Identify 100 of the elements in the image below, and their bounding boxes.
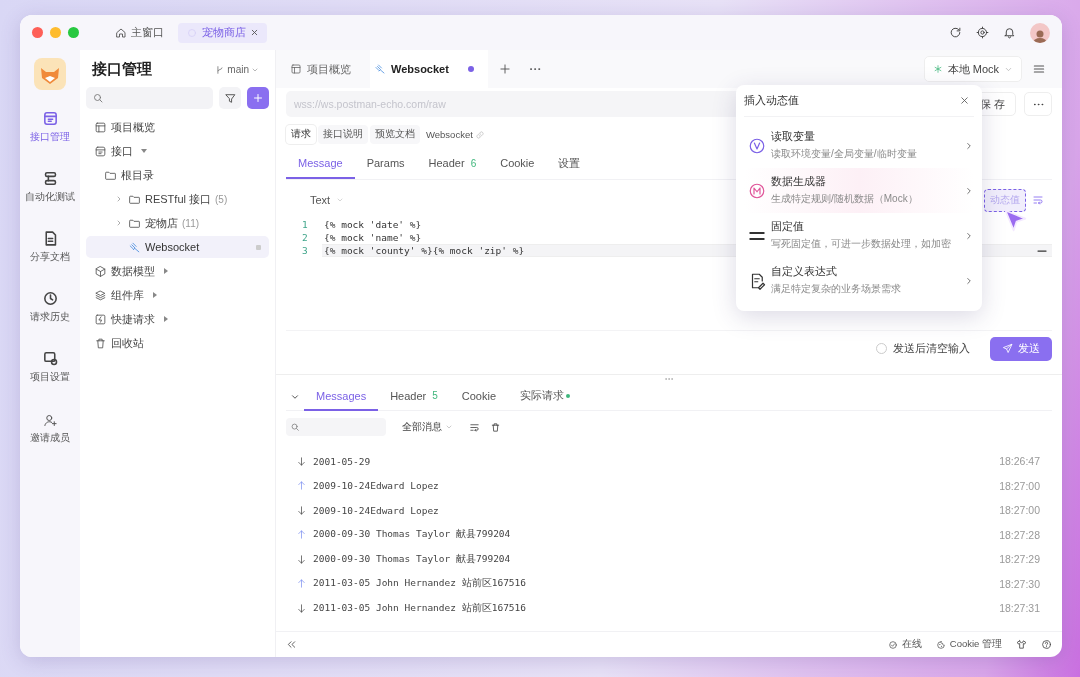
view-tab[interactable]: 预览文档 [370, 125, 420, 144]
settings-icon [976, 26, 989, 39]
request-tab[interactable]: Cookie [488, 149, 547, 179]
format-dropdown[interactable]: Text [304, 193, 351, 207]
close-button[interactable] [959, 95, 970, 106]
request-tab[interactable]: Message [286, 149, 355, 179]
message-text: 2001-05-29 [313, 455, 371, 467]
branch-selector[interactable]: main [209, 63, 265, 76]
editor-tab[interactable]: 项目概览 [286, 50, 366, 88]
tree-item[interactable]: 数据模型 [86, 260, 269, 282]
layout-icon [290, 63, 302, 75]
request-tab[interactable]: 设置 [546, 149, 593, 179]
arrow-up-icon [296, 578, 307, 590]
item-handle-icon [256, 244, 261, 250]
send-button[interactable]: 发送 [990, 336, 1052, 361]
view-tab[interactable]: 接口说明 [318, 125, 368, 144]
sidebar-title: 接口管理 [92, 60, 152, 79]
item-count: (5) [215, 193, 228, 205]
minimize-window-button[interactable] [50, 27, 61, 38]
close-window-button[interactable] [32, 27, 43, 38]
dynamic-value-option[interactable]: 自定义表达式 满足特定复杂的业务场景需求 [744, 258, 974, 303]
help-icon [1041, 639, 1052, 650]
window-tab[interactable]: 宠物商店 [178, 22, 267, 43]
add-button[interactable] [247, 87, 269, 109]
mock-icon [748, 181, 766, 200]
help-button[interactable] [1041, 639, 1052, 650]
chevron-icon [115, 219, 123, 227]
tree-item[interactable]: 宠物店 (11) [86, 212, 269, 234]
request-tab[interactable]: Header 6 [416, 149, 489, 179]
response-tab[interactable]: Header 5 [378, 382, 450, 411]
bell-icon [1003, 26, 1016, 39]
code-line: {% mock 'date' %} [324, 219, 422, 230]
theme-button[interactable] [1016, 639, 1027, 650]
nav-item[interactable]: 自动化测试 [20, 164, 80, 210]
line-number: 2 [301, 232, 309, 243]
nav-item[interactable]: 项目设置 [20, 344, 80, 390]
message-text: 2011-03-05 John Hernandez 站前区167516 [313, 577, 527, 591]
arrow-up-icon [296, 529, 307, 541]
shirt-icon [1016, 639, 1027, 650]
endpoint-name: Websocket [426, 129, 473, 140]
tree-item[interactable]: RESTful 接口 (5) [86, 188, 269, 210]
clear-button[interactable] [490, 421, 501, 433]
add-user-icon [42, 413, 58, 428]
collapse-sidebar-button[interactable] [286, 639, 297, 650]
message-filter-dropdown[interactable]: 全部消息 [396, 419, 459, 435]
dynamic-value-option[interactable]: 固定值 写死固定值，可进一步数据处理，如加密 [744, 213, 974, 258]
avatar[interactable] [1030, 22, 1050, 43]
clear-after-send-checkbox[interactable]: 发送后清空输入 [870, 340, 976, 357]
window-tab[interactable]: 主窗口 [107, 22, 172, 43]
nav-item[interactable]: 接口管理 [20, 104, 80, 150]
request-tab[interactable]: Params [354, 149, 417, 179]
status-item[interactable]: Cookie 管理 [935, 638, 1002, 651]
response-tab[interactable]: Cookie [449, 382, 509, 411]
arrow-down-icon [296, 553, 307, 565]
message-search-field[interactable] [286, 418, 386, 436]
tree-item[interactable]: 快捷请求 [86, 308, 269, 330]
close-icon [250, 28, 259, 37]
response-tab[interactable]: Messages [304, 382, 379, 411]
nav-item[interactable]: 分享文档 [20, 224, 80, 270]
tree-item[interactable]: 组件库 [86, 284, 269, 306]
view-tab[interactable]: 请求 [286, 125, 316, 144]
filter-button[interactable] [219, 87, 241, 109]
invite-member-button[interactable]: 邀请成员 [20, 407, 80, 451]
tree-item[interactable]: 回收站 [86, 332, 269, 354]
message-text: 2009-10-24Edward Lopez [313, 480, 439, 492]
response-tab[interactable]: 实际请求 [508, 382, 583, 411]
chevron-icon [964, 230, 974, 241]
message-time: 18:27:30 [999, 577, 1040, 590]
search-field[interactable] [86, 87, 213, 109]
message-text: 2009-10-24Edward Lopez [313, 504, 439, 516]
project-settings-icon [41, 350, 59, 367]
api-icon [94, 144, 107, 158]
refresh-icon [949, 26, 962, 39]
tree-item[interactable]: 根目录 [86, 164, 269, 186]
cookie-icon [935, 639, 946, 650]
message-time: 18:26:47 [999, 455, 1040, 468]
code-line: {% mock 'county' %}{% mock 'zip' %} [324, 245, 525, 256]
message-time: 18:27:29 [999, 553, 1040, 566]
dynamic-value-option[interactable]: 读取变量 读取环境变量/全局变量/临时变量 [744, 123, 974, 168]
chevron-icon [964, 275, 974, 286]
environment-selector[interactable]: 本地 Mock [923, 56, 1022, 82]
maximize-window-button[interactable] [68, 27, 79, 38]
line-number: 3 [301, 245, 309, 256]
tree-item[interactable]: Websocket [86, 236, 269, 258]
message-time: 18:27:31 [999, 602, 1040, 615]
editor-tab[interactable]: Websocket [370, 50, 488, 88]
chevron-icon [964, 185, 974, 196]
wrap-button[interactable] [469, 421, 480, 433]
nav-item[interactable]: 请求历史 [20, 284, 80, 330]
filter-icon [223, 91, 237, 105]
menu-icon [1032, 62, 1046, 76]
arrow-down-icon [296, 504, 307, 516]
status-item[interactable]: 在线 [887, 638, 922, 651]
arrow-up-icon [296, 480, 307, 492]
popup-title: 插入动态值 [744, 93, 799, 108]
tree-item[interactable]: 项目概览 [86, 116, 269, 138]
search-icon [290, 422, 300, 432]
message-text: 2011-03-05 John Hernandez 站前区167516 [313, 601, 527, 615]
tree-item[interactable]: 接口 [86, 140, 269, 162]
trash-icon [490, 421, 501, 433]
